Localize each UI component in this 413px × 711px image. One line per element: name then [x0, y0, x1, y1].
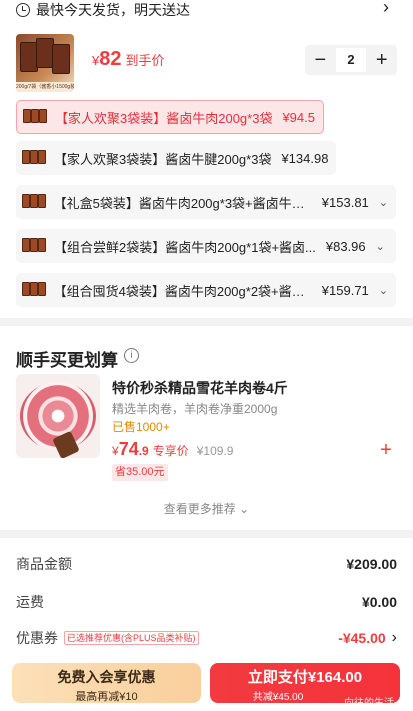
bottom-action-bar: 免费入会享优惠 最高再减¥10 立即支付¥164.00 共减¥45.00 向往的… — [0, 656, 413, 711]
increase-button[interactable]: + — [366, 45, 397, 75]
chevron-down-icon: ⌄ — [239, 502, 250, 516]
thumbnail-caption: 200g/7袋（酱香小1500g装） — [16, 82, 74, 92]
delivery-info[interactable]: 最快今天发货，明天送达 — [16, 0, 190, 20]
coupon-value: -¥45.00 — [338, 630, 386, 646]
chevron-down-icon[interactable]: ⌄ — [376, 240, 385, 253]
add-recommended-button[interactable]: + — [377, 440, 395, 460]
product-price: ¥82 到手价 — [92, 48, 165, 70]
recommended-product-name[interactable]: 特价秒杀精品雪花羊肉卷4斤 — [112, 378, 288, 398]
pay-now-button[interactable]: 立即支付¥164.00 共减¥45.00 向往的生活 — [210, 663, 400, 709]
order-top-card: 最快今天发货，明天送达 › 200g/7袋（酱香小1500g装） ¥82 到手价 … — [0, 0, 413, 318]
option-item[interactable]: 【家人欢聚3袋装】酱卤牛肉200g*3袋 ¥94.5 — [16, 100, 324, 134]
original-price: ¥109.9 — [196, 444, 234, 458]
option-thumbnail — [20, 235, 48, 257]
recommended-product-desc: 精选羊肉卷，羊肉卷净重2000g — [112, 402, 278, 416]
option-item[interactable]: 【组合尝鲜2袋装】酱卤牛肉200g*1袋+酱卤... ¥83.96 ⌄ — [16, 229, 396, 263]
info-icon[interactable]: i — [124, 348, 139, 363]
option-item[interactable]: 【礼盒5袋装】酱卤牛肉200g*3袋+酱卤牛腱... ¥153.81 ⌄ — [16, 185, 396, 219]
option-thumbnail — [20, 279, 48, 301]
recommendation-title: 顺手买更划算 — [16, 351, 118, 370]
recommended-product-price: ¥74.9 专享价 ¥109.9 — [112, 439, 234, 459]
shipping-row: 运费 ¥0.00 — [16, 594, 397, 610]
see-more-recommendations[interactable]: 查看更多推荐 ⌄ — [0, 500, 413, 517]
delivery-text: 最快今天发货，明天送达 — [36, 2, 190, 18]
recommended-product-image[interactable] — [16, 374, 100, 458]
coupon-tag: 已选推荐优惠(含PLUS品类补贴) — [64, 631, 199, 645]
option-thumbnail — [20, 191, 48, 213]
chevron-right-icon[interactable]: › — [392, 629, 397, 647]
chevron-down-icon[interactable]: ⌄ — [379, 284, 388, 297]
goods-amount-row: 商品金额 ¥209.00 — [16, 556, 397, 572]
recommendation-card: 顺手买更划算 i 特价秒杀精品雪花羊肉卷4斤 精选羊肉卷，羊肉卷净重2000g … — [0, 326, 413, 530]
chevron-right-icon[interactable]: › — [383, 0, 393, 16]
product-row: 200g/7袋（酱香小1500g装） ¥82 到手价 − 2 + — [0, 30, 413, 92]
option-thumbnail — [20, 147, 48, 169]
chevron-down-icon[interactable]: ⌄ — [379, 196, 388, 209]
option-thumbnail — [21, 106, 49, 128]
option-item[interactable]: 【组合囤货4袋装】酱卤牛肉200g*2袋+酱卤... ¥159.71 ⌄ — [16, 273, 396, 307]
watermark: 向往的生活 — [344, 698, 394, 709]
product-thumbnail[interactable]: 200g/7袋（酱香小1500g装） — [16, 34, 74, 92]
quantity-stepper: − 2 + — [305, 45, 397, 75]
coupon-row[interactable]: 优惠券 已选推荐优惠(含PLUS品类补贴) -¥45.00 › — [16, 627, 397, 649]
option-item[interactable]: 【家人欢聚3袋装】酱卤牛腱200g*3袋 ¥134.98 — [16, 141, 337, 175]
decrease-button[interactable]: − — [305, 45, 336, 75]
savings-badge: 省35.00元 — [112, 464, 168, 481]
quantity-value[interactable]: 2 — [335, 48, 367, 72]
clock-icon — [16, 3, 30, 17]
join-membership-button[interactable]: 免费入会享优惠 最高再减¥10 — [12, 663, 201, 703]
sold-count: 已售1000+ — [112, 420, 170, 434]
